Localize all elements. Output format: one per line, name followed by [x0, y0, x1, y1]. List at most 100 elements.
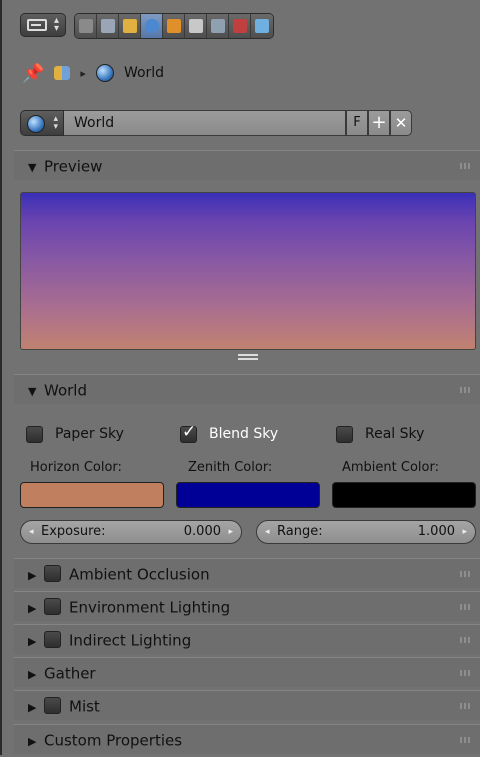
horizon-color-swatch[interactable] — [20, 482, 164, 508]
panel-title: Indirect Lighting — [69, 631, 192, 650]
exposure-label: Exposure: — [41, 524, 106, 539]
panel-title: Preview — [44, 157, 103, 176]
preview-resize-handle[interactable] — [238, 354, 258, 360]
add-world-button[interactable]: + — [368, 110, 390, 136]
drag-grip-icon[interactable] — [460, 604, 472, 610]
unlink-world-button[interactable]: ✕ — [390, 110, 412, 136]
decrement-arrow-icon[interactable]: ◂ — [29, 521, 34, 543]
tab-constraints[interactable] — [185, 14, 207, 38]
real-sky-checkbox[interactable]: Real Sky — [336, 422, 424, 446]
exposure-value: 0.000 — [183, 524, 221, 539]
tab-scene[interactable] — [119, 14, 141, 38]
panel-title: Gather — [44, 664, 96, 683]
context-tabs — [74, 13, 274, 39]
ambient-color-swatch[interactable] — [332, 482, 476, 508]
world-preview — [20, 192, 476, 350]
world-icon — [144, 19, 159, 33]
panel-title: Environment Lighting — [69, 598, 231, 617]
panel-mist-header[interactable]: ▶ Mist — [14, 690, 480, 720]
checkbox[interactable] — [336, 425, 353, 443]
collapsed-triangle-icon: ▶ — [28, 602, 37, 615]
blend-sky-label: Blend Sky — [209, 426, 279, 442]
collapsed-triangle-icon: ▶ — [28, 569, 37, 582]
decrement-arrow-icon[interactable]: ◂ — [265, 521, 270, 543]
collapsed-triangle-icon: ▶ — [28, 635, 37, 648]
collapsed-triangle-icon: ▶ — [28, 701, 37, 714]
tab-render-layers[interactable] — [97, 14, 119, 38]
enable-checkbox[interactable] — [44, 696, 61, 714]
texture-icon — [232, 19, 247, 33]
drag-grip-icon[interactable] — [460, 571, 472, 577]
paper-sky-label: Paper Sky — [55, 426, 124, 442]
tab-object[interactable] — [163, 14, 185, 38]
increment-arrow-icon[interactable]: ▸ — [228, 521, 233, 543]
color-labels: Horizon Color: Zenith Color: Ambient Col… — [0, 460, 480, 480]
breadcrumb-label: World — [123, 65, 165, 81]
ambient-color-label: Ambient Color: — [342, 460, 439, 475]
range-field[interactable]: ◂ Range: 1.000 ▸ — [256, 520, 476, 544]
modifiers-icon — [210, 19, 225, 33]
panel-world-header[interactable]: ▼ World — [14, 374, 480, 404]
fake-user-button[interactable]: F — [346, 110, 368, 136]
editor-type-button[interactable]: ▴ ▾ — [20, 13, 66, 37]
increment-arrow-icon[interactable]: ▸ — [462, 521, 467, 543]
particles-icon — [255, 19, 269, 33]
render-icon — [78, 19, 93, 33]
browse-world-button[interactable]: ▴ ▾ — [20, 110, 64, 136]
constraints-icon — [188, 19, 203, 33]
sky-options: Paper Sky Blend Sky Real Sky — [26, 422, 466, 446]
collapsed-triangle-icon: ▶ — [28, 668, 37, 681]
tab-world[interactable] — [141, 14, 163, 38]
scene-icon — [54, 66, 71, 80]
real-sky-label: Real Sky — [365, 426, 425, 442]
drag-grip-icon[interactable] — [460, 670, 472, 676]
expanded-triangle-icon: ▼ — [28, 385, 37, 398]
tab-particles[interactable] — [251, 14, 273, 38]
panel-environment-lighting-header[interactable]: ▶ Environment Lighting — [14, 591, 480, 621]
drag-grip-icon[interactable] — [460, 637, 472, 643]
panel-preview-header[interactable]: ▼ Preview — [14, 150, 480, 180]
panel-ambient-occlusion-header[interactable]: ▶ Ambient Occlusion — [14, 558, 480, 588]
paper-sky-checkbox[interactable]: Paper Sky — [26, 422, 124, 446]
collapsed-triangle-icon: ▶ — [28, 735, 37, 748]
drag-grip-icon[interactable] — [460, 703, 472, 709]
world-icon — [27, 115, 45, 133]
panel-title: Mist — [69, 697, 100, 716]
enable-checkbox[interactable] — [44, 630, 61, 648]
render-layers-icon — [100, 19, 115, 33]
world-icon — [95, 64, 114, 82]
world-datablock-selector: ▴ ▾ World F + ✕ — [20, 110, 412, 138]
properties-header: ▴ ▾ — [2, 0, 480, 48]
enable-checkbox[interactable] — [44, 597, 61, 615]
drag-grip-icon[interactable] — [460, 387, 472, 393]
panel-indirect-lighting-header[interactable]: ▶ Indirect Lighting — [14, 624, 480, 654]
range-label: Range: — [277, 524, 323, 539]
tab-modifiers[interactable] — [207, 14, 229, 38]
checkbox[interactable] — [26, 425, 43, 443]
object-icon — [166, 19, 181, 33]
enable-checkbox[interactable] — [44, 564, 61, 582]
panel-gather-header[interactable]: ▶ Gather — [14, 657, 480, 687]
panel-title: Ambient Occlusion — [69, 565, 210, 584]
breadcrumb: 📌 ▸ World — [22, 58, 164, 88]
panel-title: World — [44, 381, 87, 400]
zenith-color-swatch[interactable] — [176, 482, 320, 508]
panel-title: Custom Properties — [44, 731, 183, 750]
drag-grip-icon[interactable] — [460, 737, 472, 743]
zenith-color-label: Zenith Color: — [188, 460, 273, 475]
properties-editor-icon — [27, 19, 47, 31]
updown-arrows-icon: ▴ ▾ — [53, 114, 58, 132]
checkbox[interactable] — [180, 422, 197, 443]
panel-custom-properties-header[interactable]: ▶ Custom Properties — [14, 724, 480, 754]
exposure-field[interactable]: ◂ Exposure: 0.000 ▸ — [20, 520, 242, 544]
updown-arrows-icon: ▴ ▾ — [53, 15, 59, 34]
world-name-field[interactable]: World — [64, 110, 346, 136]
pin-icon[interactable]: 📌 — [22, 63, 44, 84]
expanded-triangle-icon: ▼ — [28, 161, 37, 174]
tab-texture[interactable] — [229, 14, 251, 38]
tab-render[interactable] — [75, 14, 97, 38]
blend-sky-checkbox[interactable]: Blend Sky — [180, 422, 278, 446]
breadcrumb-arrow-icon: ▸ — [80, 66, 86, 80]
drag-grip-icon[interactable] — [460, 163, 472, 169]
scene-icon — [122, 19, 137, 33]
